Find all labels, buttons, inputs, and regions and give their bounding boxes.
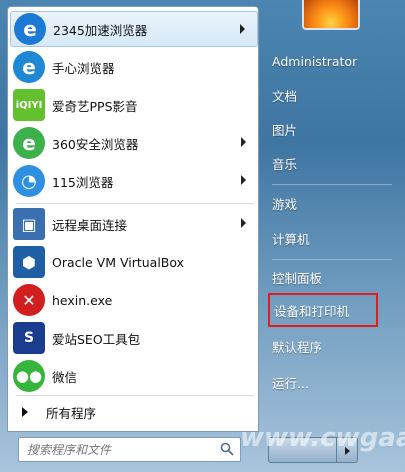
- program-label: 爱站SEO工具包: [52, 331, 141, 347]
- watermark: www.cwgaa.c: [240, 423, 405, 453]
- submenu-arrow-icon: [240, 24, 245, 34]
- place-control-panel[interactable]: 控制面板: [268, 260, 378, 294]
- program-item-virtualbox[interactable]: ⬢ Oracle VM VirtualBox: [10, 244, 258, 280]
- wechat-icon: ●●: [13, 360, 45, 392]
- program-label: 远程桌面连接: [52, 217, 128, 233]
- place-default-programs[interactable]: 默认程序: [268, 329, 378, 363]
- place-label: 音乐: [272, 156, 298, 172]
- program-item-115-browser[interactable]: ◔ 115浏览器: [10, 163, 258, 199]
- place-label: 默认程序: [272, 339, 323, 355]
- place-label: Administrator: [272, 53, 358, 69]
- program-label: 微信: [52, 369, 78, 385]
- user-picture[interactable]: [302, 0, 360, 30]
- place-label: 游戏: [272, 196, 298, 212]
- program-label: Oracle VM VirtualBox: [52, 254, 185, 270]
- place-label: 图片: [272, 122, 298, 138]
- place-run[interactable]: 运行...: [268, 365, 378, 399]
- shouxin-browser-icon: e: [13, 51, 45, 83]
- submenu-arrow-icon: [241, 175, 246, 185]
- place-label: 计算机: [272, 231, 310, 247]
- program-label: 360安全浏览器: [52, 136, 139, 152]
- iqiyi-pps-icon: iQIYI: [13, 89, 45, 121]
- submenu-arrow-icon: [241, 137, 246, 147]
- program-item-hexin[interactable]: ✕ hexin.exe: [10, 282, 258, 318]
- program-label: hexin.exe: [52, 292, 113, 308]
- place-label: 控制面板: [272, 270, 323, 286]
- place-pictures[interactable]: 图片: [268, 112, 378, 146]
- place-label: 文档: [272, 88, 298, 104]
- program-item-wechat[interactable]: ●● 微信: [10, 358, 258, 394]
- place-music[interactable]: 音乐: [268, 146, 378, 180]
- place-label: 运行...: [272, 375, 309, 391]
- search-icon[interactable]: [220, 442, 234, 456]
- program-label: 手心浏览器: [52, 60, 115, 76]
- submenu-arrow-icon: [241, 218, 246, 228]
- start-menu: e 2345加速浏览器 e 手心浏览器 iQIYI 爱奇艺PPS影音 e 360…: [0, 0, 405, 472]
- all-programs-label: 所有程序: [46, 405, 97, 421]
- program-item-remote-desktop[interactable]: ▣ 远程桌面连接: [10, 206, 258, 242]
- program-label: 115浏览器: [52, 174, 114, 190]
- place-documents[interactable]: 文档: [268, 78, 378, 112]
- program-item-aizhan-seo[interactable]: S 爱站SEO工具包: [10, 320, 258, 356]
- program-item-2345-browser[interactable]: e 2345加速浏览器: [10, 11, 258, 47]
- 115-browser-icon: ◔: [13, 165, 45, 197]
- hexin-icon: ✕: [13, 284, 45, 316]
- divider: [16, 203, 254, 204]
- 2345-browser-icon: e: [14, 13, 46, 45]
- expand-arrow-icon: [22, 407, 28, 417]
- all-programs-button[interactable]: 所有程序: [10, 397, 258, 427]
- program-item-shouxin-browser[interactable]: e 手心浏览器: [10, 49, 258, 85]
- divider: [272, 184, 392, 185]
- place-computer[interactable]: 计算机: [268, 221, 378, 255]
- program-item-iqiyi-pps[interactable]: iQIYI 爱奇艺PPS影音: [10, 87, 258, 123]
- remote-desktop-icon: ▣: [13, 208, 45, 240]
- place-devices-and-printers[interactable]: 设备和打印机: [268, 293, 378, 327]
- aizhan-seo-icon: S: [13, 322, 45, 354]
- search-input[interactable]: [19, 438, 209, 461]
- divider: [16, 395, 254, 396]
- place-administrator[interactable]: Administrator: [268, 44, 378, 78]
- place-games[interactable]: 游戏: [268, 186, 378, 220]
- program-label: 爱奇艺PPS影音: [52, 98, 138, 114]
- search-box[interactable]: [18, 437, 241, 462]
- programs-pane: e 2345加速浏览器 e 手心浏览器 iQIYI 爱奇艺PPS影音 e 360…: [7, 6, 259, 432]
- place-label: 设备和打印机: [274, 303, 350, 319]
- 360-browser-icon: e: [13, 127, 45, 159]
- virtualbox-icon: ⬢: [13, 246, 45, 278]
- program-item-360-browser[interactable]: e 360安全浏览器: [10, 125, 258, 161]
- program-label: 2345加速浏览器: [53, 22, 148, 38]
